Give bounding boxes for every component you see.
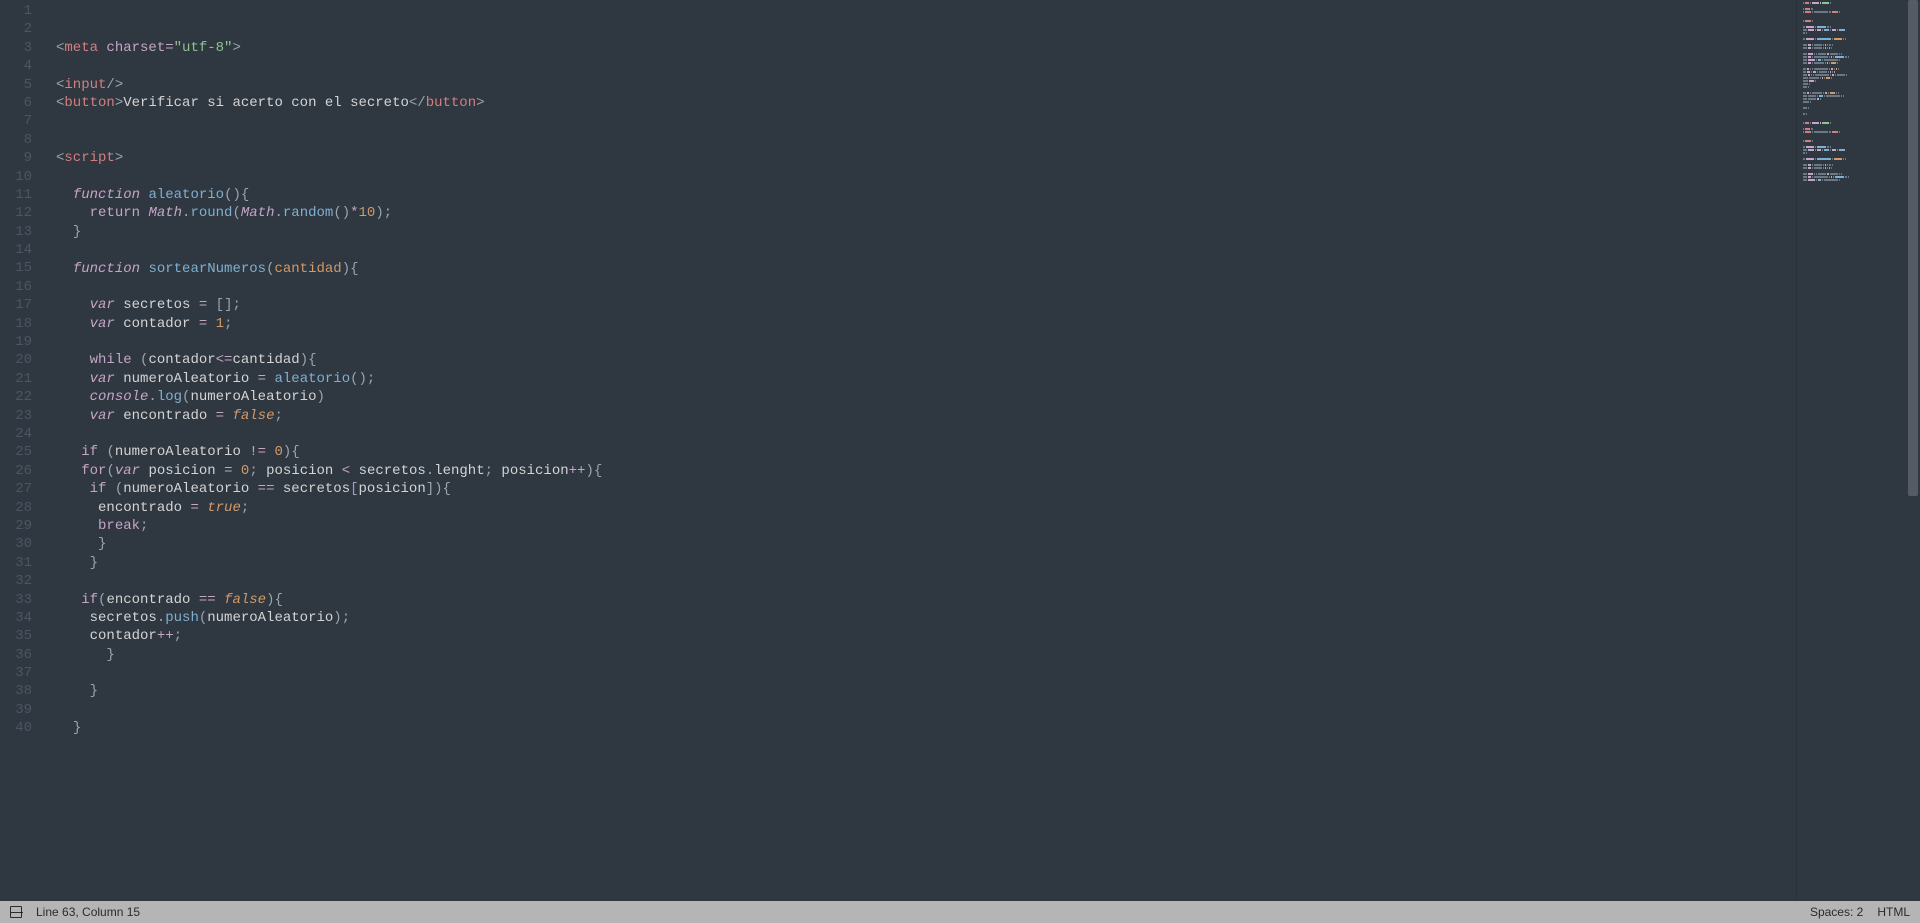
code-line[interactable]: <button>Verificar si acerto con el secre…	[44, 94, 1796, 112]
code-line[interactable]: <meta charset="utf-8">	[44, 39, 1796, 57]
line-number[interactable]: 1	[0, 2, 32, 20]
line-number[interactable]: 10	[0, 168, 32, 186]
line-number[interactable]: 2	[0, 20, 32, 38]
line-number[interactable]: 23	[0, 407, 32, 425]
code-editor-area[interactable]: <meta charset="utf-8"> <input/><button>V…	[44, 0, 1796, 901]
line-number[interactable]: 32	[0, 572, 32, 590]
line-number[interactable]: 35	[0, 627, 32, 645]
line-number[interactable]: 22	[0, 388, 32, 406]
line-number[interactable]: 14	[0, 241, 32, 259]
line-number[interactable]: 21	[0, 370, 32, 388]
line-number[interactable]: 24	[0, 425, 32, 443]
code-line[interactable]	[44, 572, 1796, 590]
line-number[interactable]: 27	[0, 480, 32, 498]
code-line[interactable]: for(var posicion = 0; posicion < secreto…	[44, 462, 1796, 480]
code-line[interactable]: encontrado = true;	[44, 499, 1796, 517]
code-line[interactable]: contador++;	[44, 627, 1796, 645]
panel-layout-icon[interactable]	[10, 906, 22, 918]
code-line[interactable]: <script>	[44, 149, 1796, 167]
code-line[interactable]	[44, 241, 1796, 259]
line-number[interactable]: 26	[0, 462, 32, 480]
line-number[interactable]: 33	[0, 591, 32, 609]
code-line[interactable]: var secretos = [];	[44, 296, 1796, 314]
code-line[interactable]: function aleatorio(){	[44, 186, 1796, 204]
line-number[interactable]: 5	[0, 76, 32, 94]
line-number[interactable]: 38	[0, 682, 32, 700]
line-number[interactable]: 19	[0, 333, 32, 351]
status-syntax[interactable]: HTML	[1877, 905, 1910, 919]
line-number[interactable]: 3	[0, 39, 32, 57]
line-number[interactable]: 17	[0, 296, 32, 314]
code-line[interactable]	[44, 664, 1796, 682]
code-line[interactable]: }	[44, 646, 1796, 664]
line-number[interactable]: 12	[0, 204, 32, 222]
line-number[interactable]: 15	[0, 259, 32, 277]
line-number[interactable]: 36	[0, 646, 32, 664]
code-line[interactable]	[44, 701, 1796, 719]
line-number[interactable]: 40	[0, 719, 32, 737]
minimap[interactable]	[1796, 0, 1906, 901]
code-line[interactable]: <input/>	[44, 76, 1796, 94]
code-line[interactable]	[44, 333, 1796, 351]
editor-container: 1234567891011121314151617181920212223242…	[0, 0, 1920, 901]
line-number[interactable]: 16	[0, 278, 32, 296]
status-bar: Line 63, Column 15 Spaces: 2 HTML	[0, 901, 1920, 923]
line-number[interactable]: 20	[0, 351, 32, 369]
code-line[interactable]: }	[44, 223, 1796, 241]
code-line[interactable]	[44, 756, 1796, 774]
line-number[interactable]: 34	[0, 609, 32, 627]
code-line[interactable]: var numeroAleatorio = aleatorio();	[44, 370, 1796, 388]
line-number[interactable]: 8	[0, 131, 32, 149]
line-number[interactable]: 25	[0, 443, 32, 461]
line-number[interactable]: 28	[0, 499, 32, 517]
code-line[interactable]	[44, 168, 1796, 186]
code-line[interactable]	[44, 112, 1796, 130]
code-line[interactable]: if (numeroAleatorio != 0){	[44, 443, 1796, 461]
code-line[interactable]: }	[44, 535, 1796, 553]
line-number[interactable]: 9	[0, 149, 32, 167]
code-line[interactable]: if (numeroAleatorio == secretos[posicion…	[44, 480, 1796, 498]
line-number[interactable]: 4	[0, 57, 32, 75]
line-number[interactable]: 18	[0, 315, 32, 333]
line-number[interactable]: 30	[0, 535, 32, 553]
code-line[interactable]: break;	[44, 517, 1796, 535]
line-number[interactable]: 6	[0, 94, 32, 112]
code-line[interactable]: while (contador<=cantidad){	[44, 351, 1796, 369]
code-line[interactable]: console.log(numeroAleatorio)	[44, 388, 1796, 406]
code-line[interactable]: if(encontrado == false){	[44, 591, 1796, 609]
status-cursor-position[interactable]: Line 63, Column 15	[36, 905, 140, 919]
code-line[interactable]: return Math.round(Math.random()*10);	[44, 204, 1796, 222]
line-number[interactable]: 31	[0, 554, 32, 572]
code-line[interactable]	[44, 425, 1796, 443]
line-number-gutter[interactable]: 1234567891011121314151617181920212223242…	[0, 0, 44, 901]
line-number[interactable]: 39	[0, 701, 32, 719]
code-line[interactable]: function sortearNumeros(cantidad){	[44, 260, 1796, 278]
line-number[interactable]: 37	[0, 664, 32, 682]
status-indent[interactable]: Spaces: 2	[1810, 905, 1863, 919]
code-line[interactable]	[44, 57, 1796, 75]
code-line[interactable]: }	[44, 719, 1796, 737]
line-number[interactable]: 7	[0, 112, 32, 130]
code-line[interactable]: var encontrado = false;	[44, 407, 1796, 425]
code-line[interactable]	[44, 131, 1796, 149]
code-line[interactable]: secretos.push(numeroAleatorio);	[44, 609, 1796, 627]
code-line[interactable]: }	[44, 682, 1796, 700]
line-number[interactable]: 13	[0, 223, 32, 241]
code-line[interactable]: var contador = 1;	[44, 315, 1796, 333]
line-number[interactable]: 29	[0, 517, 32, 535]
code-line[interactable]	[44, 738, 1796, 756]
code-line[interactable]	[44, 278, 1796, 296]
vertical-scrollbar[interactable]	[1906, 0, 1920, 901]
line-number[interactable]: 11	[0, 186, 32, 204]
code-line[interactable]: }	[44, 554, 1796, 572]
vertical-scrollbar-thumb[interactable]	[1908, 0, 1918, 496]
